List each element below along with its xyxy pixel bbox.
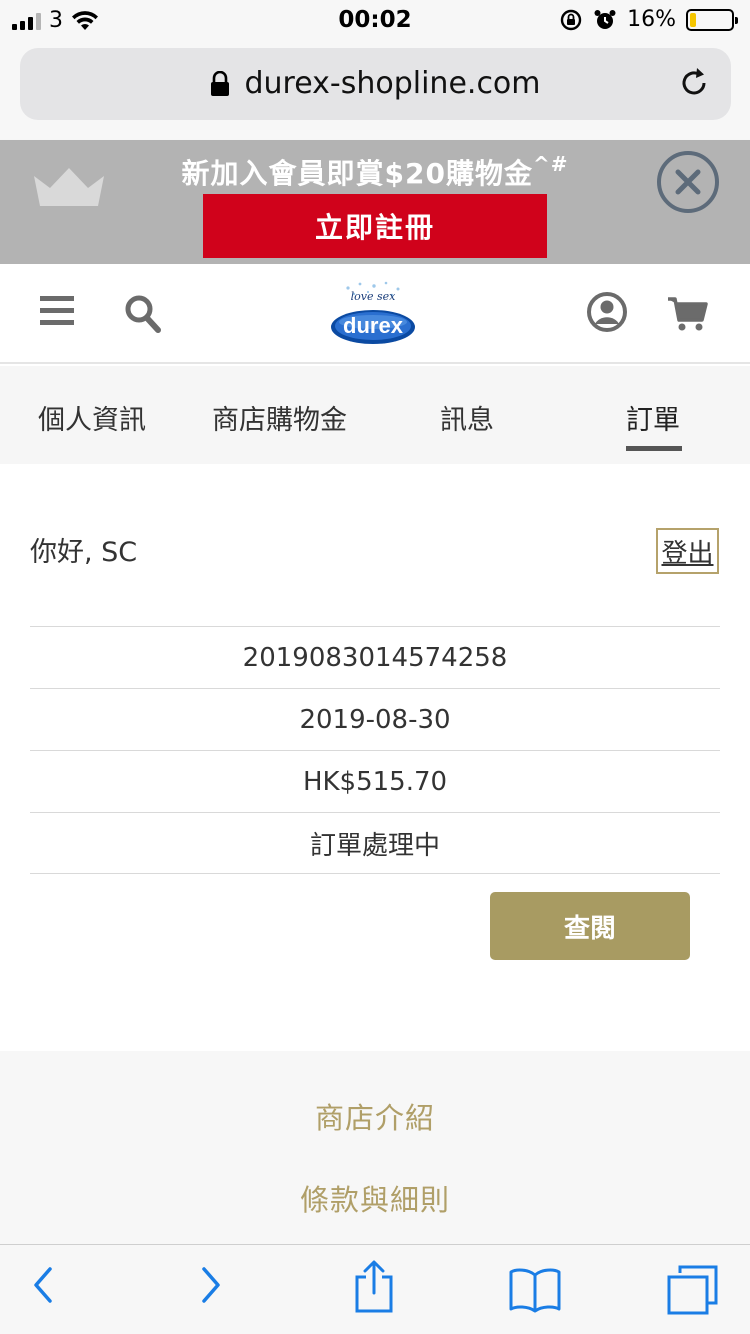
greeting: 你好, SC [30,537,138,568]
battery-icon [686,8,738,31]
battery-percent: 16% [627,7,676,32]
cart-icon[interactable] [668,296,708,332]
footer-link-terms[interactable]: 條款與細則 [0,1177,750,1219]
share-icon[interactable] [353,1259,395,1315]
tab-orders[interactable]: 訂單 [626,398,680,437]
status-right: 16% [559,7,738,32]
forward-icon[interactable] [198,1263,224,1307]
lock-icon [211,70,230,96]
logo-wordmark: durex [343,313,403,338]
user-icon[interactable] [587,292,627,332]
tabs-icon[interactable] [666,1265,720,1315]
logo-tagline: love sex [350,290,396,303]
rotation-lock-icon [560,9,582,30]
back-icon[interactable] [30,1263,56,1307]
browser-toolbar [0,1244,750,1334]
order-summary: 2019083014574258 2019-08-30 HK$515.70 訂單… [30,626,720,874]
durex-logo[interactable]: love sex durex [328,280,418,346]
order-total: HK$515.70 [30,750,720,812]
order-status: 訂單處理中 [30,812,720,874]
footer-link-about[interactable]: 商店介紹 [0,1095,750,1137]
menu-icon[interactable] [40,296,74,326]
close-icon[interactable] [656,150,720,214]
browser-chrome: durex-shopline.com [0,40,750,140]
tab-store-credit[interactable]: 商店購物金 [212,398,347,437]
alarm-icon [594,9,616,29]
bookmarks-icon[interactable] [508,1267,562,1313]
address-bar[interactable]: durex-shopline.com [20,48,731,120]
promo-banner: 新加入會員即賞$20購物金^# 立即註冊 [0,140,750,264]
order-number: 2019083014574258 [30,626,720,688]
order-date: 2019-08-30 [30,688,720,750]
tab-profile[interactable]: 個人資訊 [38,398,146,437]
tab-messages[interactable]: 訊息 [440,398,494,437]
register-button[interactable]: 立即註冊 [203,194,547,258]
promo-text: 新加入會員即賞$20購物金^# [0,152,750,192]
promo-footnote-marker: ^# [532,152,569,176]
reload-icon[interactable] [677,66,711,100]
url-text: durex-shopline.com [244,66,541,101]
promo-message: 新加入會員即賞$20購物金 [181,157,533,190]
site-footer: 商店介紹 條款與細則 [0,1051,750,1251]
status-bar: 3 00:02 16% [0,0,750,40]
battery-level [690,12,697,27]
view-order-button[interactable]: 查閱 [490,892,690,960]
logout-button[interactable]: 登出 [656,528,719,574]
active-tab-indicator [626,446,682,451]
search-icon[interactable] [124,294,162,334]
site-header: love sex durex [0,264,750,364]
address-content: durex-shopline.com [20,66,731,101]
